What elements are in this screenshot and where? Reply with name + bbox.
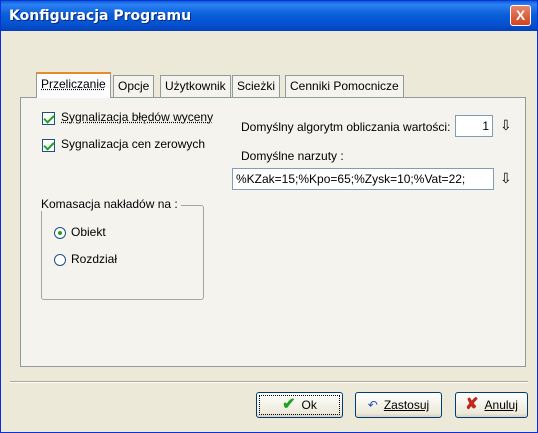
cancel-button[interactable]: ✘ Anuluj: [455, 392, 528, 418]
tab-cenniki-pomocnicze[interactable]: Cenniki Pomocnicze: [285, 75, 404, 97]
down-arrow-icon[interactable]: ⇩: [500, 117, 512, 134]
algorithm-label: Domyślny algorytm obliczania wartości:: [241, 120, 451, 134]
tab-przeliczanie[interactable]: Przeliczanie: [36, 72, 111, 98]
signal-errors-checkbox[interactable]: [42, 112, 55, 125]
radio-obiekt[interactable]: [54, 227, 66, 239]
markups-label: Domyślne narzuty :: [241, 149, 344, 163]
signal-errors-label[interactable]: Sygnalizacja błędów wyceny: [61, 110, 213, 124]
komasacja-group: [41, 205, 204, 300]
radio-obiekt-label[interactable]: Obiekt: [71, 225, 106, 239]
close-icon: X: [515, 7, 526, 23]
tab-uzytkownik[interactable]: Użytkownik: [160, 75, 231, 97]
markups-field[interactable]: %KZak=15;%Kpo=65;%Zysk=10;%Vat=22;: [232, 168, 494, 190]
check-icon: ✔: [282, 396, 296, 413]
komasacja-legend: Komasacja nakładów na :: [38, 197, 181, 211]
algorithm-field[interactable]: 1: [455, 115, 493, 137]
x-icon: ✘: [465, 396, 479, 413]
separator: [10, 381, 528, 383]
signal-zero-prices-label[interactable]: Sygnalizacja cen zerowych: [61, 137, 205, 151]
tab-opcje[interactable]: Opcje: [113, 75, 155, 97]
ok-button[interactable]: ✔ Ok: [256, 392, 343, 418]
radio-rozdzial-label[interactable]: Rozdział: [71, 252, 117, 266]
undo-arrow-icon: ↶: [367, 398, 378, 412]
apply-button[interactable]: ↶ Zastosuj: [355, 392, 442, 418]
window-title: Konfiguracja Programu: [9, 8, 192, 24]
down-arrow-icon[interactable]: ⇩: [500, 170, 512, 187]
title-bar[interactable]: Konfiguracja Programu X: [1, 1, 537, 31]
close-button[interactable]: X: [510, 5, 531, 26]
signal-zero-prices-checkbox[interactable]: [42, 139, 55, 152]
tab-sciezki[interactable]: Scieżki: [232, 75, 281, 97]
radio-rozdzial[interactable]: [54, 254, 66, 266]
